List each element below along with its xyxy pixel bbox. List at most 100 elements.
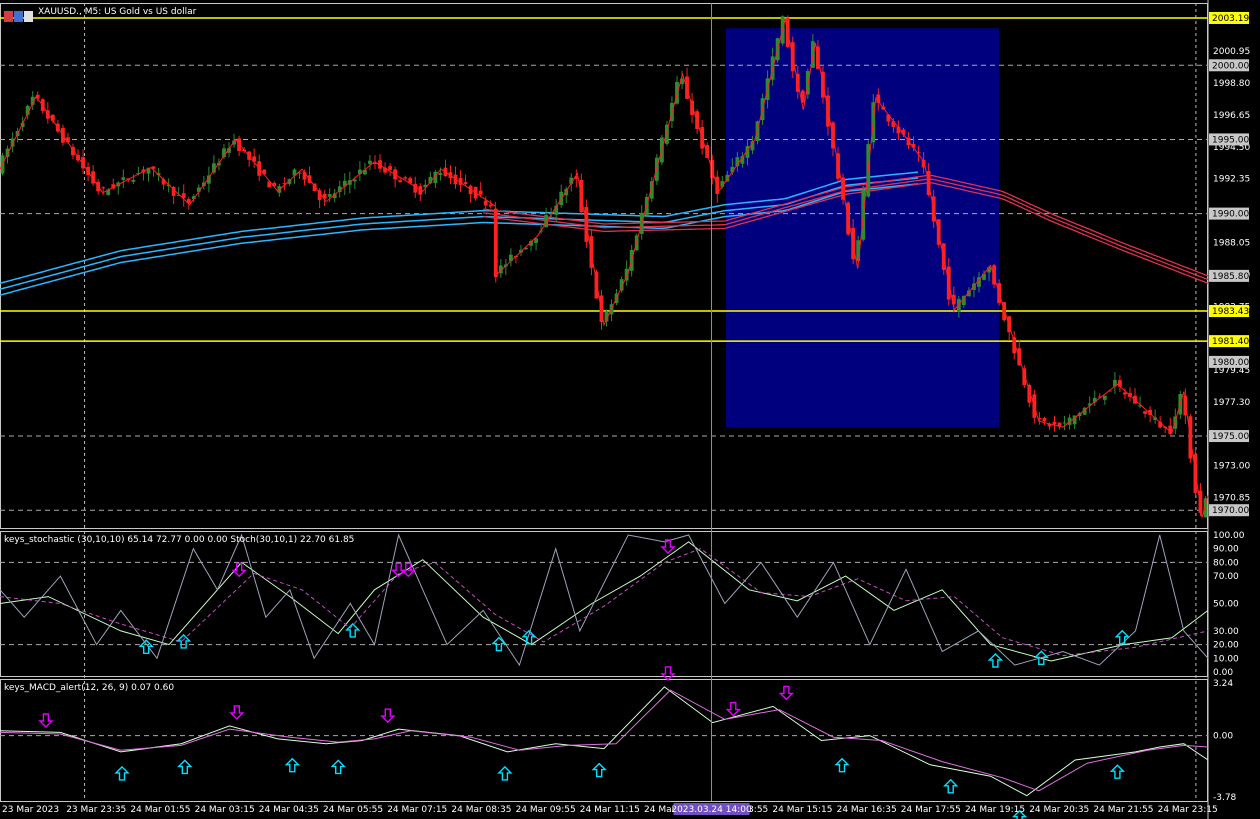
candle-body (101, 187, 106, 189)
time-tick-label: 24 Mar 11:15 (580, 805, 640, 815)
time-tick-label: 23 Mar 23:35 (66, 805, 126, 815)
price-tick-label: 2000.95 (1213, 47, 1250, 57)
time-tick-label: 24 Mar 16:35 (837, 805, 897, 815)
price-label: 1980.00 (1212, 358, 1249, 368)
stoch-tick-label: 100.00 (1213, 531, 1245, 541)
stoch-tick-label: 90.00 (1213, 545, 1239, 555)
candle-body (705, 145, 710, 159)
candle-body (478, 190, 483, 195)
stoch-buy-arrow-icon (987, 653, 1004, 668)
stoch-buy-arrow-icon (1114, 629, 1130, 645)
price-tick-label: 1996.65 (1213, 111, 1250, 121)
macd-buy-arrow-icon (330, 759, 346, 775)
candle-body (891, 121, 896, 127)
candle-body (438, 172, 443, 176)
time-tick-label: 24 Mar 23:15 (1158, 805, 1218, 815)
price-label: 2003.19 (1212, 14, 1249, 24)
macd-main-line (0, 686, 1209, 797)
crosshair-time-label: 2023.03.24 14:00 (671, 805, 752, 815)
candle-body (1042, 418, 1047, 422)
chart-title: XAUUSD., M5: US Gold vs US dollar (38, 7, 197, 17)
macd-buy-arrow-icon (943, 778, 959, 794)
macd-tick-label: 3.24 (1213, 679, 1233, 689)
price-label: 1985.80 (1212, 272, 1249, 282)
price-label: 1981.40 (1212, 337, 1249, 347)
candle-body (403, 177, 408, 179)
price-tick-label: 1992.35 (1213, 175, 1250, 185)
stoch-signal-line (0, 548, 1209, 657)
price-tick-label: 1973.00 (1213, 462, 1250, 472)
macd-sell-arrow-icon (778, 685, 795, 701)
panel-frame-macd (0, 679, 1208, 802)
symbol-menu-icon[interactable] (4, 7, 34, 22)
macd-buy-arrow-icon (497, 765, 513, 781)
price-label: 1995.00 (1212, 135, 1249, 145)
price-label: 1990.00 (1212, 210, 1249, 220)
price-label: 1983.43 (1212, 307, 1249, 317)
macd-buy-arrow-icon (591, 762, 607, 778)
candle-body (1102, 395, 1107, 400)
candle-body (488, 204, 493, 207)
price-tick-label: 1998.80 (1213, 79, 1250, 89)
time-tick-label: 24 Mar 15:15 (772, 805, 832, 815)
time-tick-label: 24 Mar 07:15 (387, 805, 447, 815)
stoch-tick-label: 20.00 (1213, 641, 1239, 651)
time-tick-label: 24 Mar 21:55 (1093, 805, 1153, 815)
time-tick-label: 24 Mar 09:55 (516, 805, 576, 815)
candle-body (483, 200, 488, 206)
stoch-tick-label: 10.00 (1213, 654, 1239, 664)
macd-buy-arrow-icon (284, 757, 300, 773)
candle-body (1123, 392, 1127, 395)
candle-body (352, 179, 357, 182)
stoch-tick-label: 50.00 (1213, 600, 1239, 610)
price-tick-label: 1988.05 (1213, 239, 1250, 249)
macd-buy-arrow-icon (834, 757, 850, 773)
candle-body (463, 182, 468, 185)
macd-sell-arrow-icon (229, 705, 245, 720)
zigzag-line (0, 19, 1209, 518)
price-label: 1975.00 (1212, 432, 1249, 442)
candle-body (1143, 411, 1147, 414)
macd-signal-line (0, 689, 1209, 792)
time-tick-label: 24 Mar 08:35 (451, 805, 511, 815)
time-tick-label: 24 Mar 17:55 (901, 805, 961, 815)
time-tick-label: 24 Mar 20:35 (1029, 805, 1089, 815)
chart-canvas[interactable]: 2000.951998.801996.651994.501992.351988.… (0, 0, 1260, 819)
candle-body (327, 194, 332, 197)
stoch-tick-label: 30.00 (1213, 627, 1239, 637)
candle-body (388, 166, 392, 170)
stochastic-title: keys_stochastic (30,10,10) 65.14 72.77 0… (4, 535, 355, 545)
macd-tick-label: 0.00 (1213, 732, 1233, 742)
time-tick-label: 24 Mar 19:15 (965, 805, 1025, 815)
candle-body (368, 160, 372, 164)
stoch-buy-arrow-icon (345, 622, 361, 638)
stoch-tick-label: 80.00 (1213, 558, 1239, 568)
macd-title: keys_MACD_alert(12, 26, 9) 0.07 0.60 (4, 683, 175, 693)
macd-sell-arrow-icon (660, 666, 676, 681)
candle-body (690, 100, 694, 115)
macd-buy-arrow-icon (1109, 764, 1126, 779)
time-tick-label: 24 Mar 01:55 (130, 805, 190, 815)
candle-body (121, 177, 126, 180)
macd-sell-arrow-icon (380, 708, 396, 724)
price-tick-label: 1977.30 (1213, 398, 1250, 408)
time-tick-label: 24 Mar 05:55 (323, 805, 383, 815)
candle-body (398, 180, 403, 183)
candle-body (1062, 422, 1067, 424)
macd-sell-arrow-icon (725, 701, 741, 717)
stoch-buy-arrow-icon (138, 639, 154, 654)
time-tick-label: 24 Mar 04:35 (259, 805, 319, 815)
time-tick-label: 23 Mar 2023 (2, 805, 59, 815)
macd-tick-label: -3.78 (1213, 793, 1237, 803)
candle-body (1052, 421, 1057, 425)
macd-buy-arrow-icon (177, 759, 193, 775)
price-label: 1970.00 (1212, 506, 1249, 516)
stoch-buy-arrow-icon (175, 633, 192, 649)
stoch-tick-label: 0.00 (1213, 668, 1233, 678)
panel-frame-price (0, 3, 1208, 529)
price-tick-label: 1970.85 (1213, 494, 1250, 504)
price-label: 2000.00 (1212, 61, 1249, 71)
macd-sell-arrow-icon (38, 713, 54, 728)
stoch-tick-label: 70.00 (1213, 572, 1239, 582)
candle-body (131, 179, 136, 182)
